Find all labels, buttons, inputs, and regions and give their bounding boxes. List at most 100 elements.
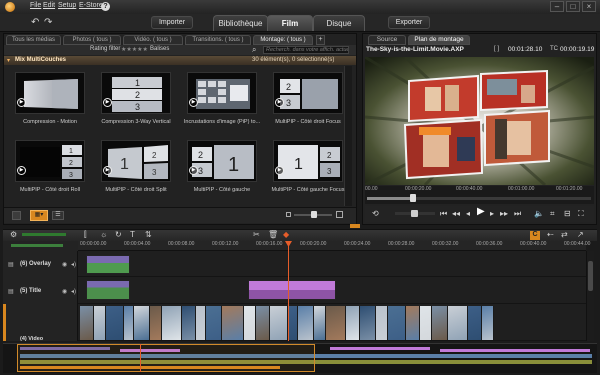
next-frame-icon[interactable]: ▸▸ bbox=[500, 209, 508, 218]
eye-icon[interactable]: ◉ bbox=[62, 261, 67, 268]
marker-icon[interactable]: ◆ bbox=[283, 230, 289, 239]
scrollbar-thumb[interactable] bbox=[588, 261, 593, 291]
play-icon[interactable]: ▶ bbox=[275, 98, 284, 107]
tab-photos[interactable]: Photos ( tous ) bbox=[63, 35, 121, 45]
zoom-out-icon[interactable] bbox=[286, 212, 291, 217]
video-clip[interactable] bbox=[162, 306, 182, 340]
tags-label[interactable]: Balises bbox=[150, 46, 169, 52]
video-clip[interactable] bbox=[80, 306, 94, 340]
play-icon[interactable]: ▶ bbox=[17, 166, 26, 175]
settings-icon[interactable]: ⚙ bbox=[10, 230, 17, 239]
trash-icon[interactable]: 🗑 bbox=[268, 230, 278, 239]
video-clip[interactable] bbox=[196, 306, 206, 340]
menu-edit[interactable]: Edit bbox=[43, 2, 55, 9]
video-clip[interactable] bbox=[288, 306, 298, 340]
preview-video[interactable] bbox=[365, 57, 594, 185]
shuttle-handle[interactable] bbox=[411, 210, 418, 217]
snapshot-icon[interactable]: ⌗ bbox=[550, 209, 555, 218]
tab-disc[interactable]: Disque bbox=[313, 15, 365, 31]
menu-estore[interactable]: E-Store bbox=[79, 2, 103, 9]
tab-timeline-preview[interactable]: Plan de montage bbox=[408, 35, 470, 45]
play-icon[interactable]: ▶ bbox=[103, 166, 112, 175]
video-clip[interactable] bbox=[150, 306, 162, 340]
tab-source[interactable]: Source bbox=[368, 35, 406, 45]
menu-setup[interactable]: Setup bbox=[58, 2, 76, 9]
sync-icon[interactable]: ⇄ bbox=[561, 230, 568, 239]
play-icon[interactable]: ▶ bbox=[103, 98, 112, 107]
add-tab-icon[interactable]: + bbox=[316, 35, 325, 45]
video-clip[interactable] bbox=[270, 306, 288, 340]
tab-montage[interactable]: Montage: ( tous ) bbox=[253, 35, 313, 45]
title-clip[interactable] bbox=[86, 280, 130, 300]
search-input[interactable]: Recherch. dans votre affich. actue bbox=[263, 46, 349, 54]
video-clip[interactable] bbox=[244, 306, 256, 340]
help-icon[interactable]: ? bbox=[101, 2, 110, 11]
magnet-icon[interactable]: C bbox=[530, 231, 540, 240]
video-clip[interactable] bbox=[106, 306, 124, 340]
video-clip[interactable] bbox=[388, 306, 406, 340]
maximize-icon[interactable]: □ bbox=[566, 1, 580, 12]
audio-mixer-icon[interactable]: ⫿ bbox=[84, 230, 87, 239]
effects-icon[interactable]: ☼ bbox=[100, 230, 107, 239]
prev-frame-icon[interactable]: ◂◂ bbox=[452, 209, 460, 218]
video-clip[interactable] bbox=[468, 306, 482, 340]
thumb-left-focus[interactable]: 1 2 3 bbox=[273, 140, 343, 182]
collapse-icon[interactable]: ▾ bbox=[7, 57, 10, 64]
video-clip[interactable] bbox=[376, 306, 388, 340]
go-end-icon[interactable]: ⏭ bbox=[514, 209, 521, 218]
zoom-in-icon[interactable] bbox=[336, 211, 343, 218]
ripple-icon[interactable]: ⇠ bbox=[547, 230, 554, 239]
video-clip[interactable] bbox=[326, 306, 346, 340]
trim-icon[interactable]: ⊟ bbox=[564, 209, 571, 218]
play-icon[interactable]: ▶ bbox=[189, 166, 198, 175]
video-clip[interactable] bbox=[482, 306, 494, 340]
track-lock-icon[interactable]: ▤ bbox=[8, 288, 14, 295]
play-icon[interactable]: ▶ bbox=[189, 98, 198, 107]
title-tool-icon[interactable]: T bbox=[130, 230, 135, 239]
thumb-right-split[interactable]: 1 2 3 bbox=[101, 140, 171, 182]
video-clip[interactable] bbox=[134, 306, 150, 340]
thumb-left[interactable]: 2 3 1 bbox=[187, 140, 257, 182]
speaker-icon[interactable]: ◂) bbox=[71, 261, 76, 268]
tab-video[interactable]: Vidéo. ( tous ) bbox=[123, 35, 183, 45]
thumb-right-focus[interactable]: 23 bbox=[273, 72, 343, 114]
thumb-right-roll[interactable]: 1 2 3 bbox=[15, 140, 85, 182]
list-view-icon[interactable]: ☰ bbox=[52, 211, 64, 220]
grid-view-icon[interactable]: ▦▾ bbox=[30, 210, 48, 221]
video-clip[interactable] bbox=[420, 306, 432, 340]
video-clip-strip[interactable] bbox=[80, 306, 586, 340]
video-clip[interactable] bbox=[94, 306, 106, 340]
video-clip[interactable] bbox=[360, 306, 376, 340]
playhead[interactable] bbox=[288, 241, 289, 341]
scissors-icon[interactable]: ✂ bbox=[253, 230, 260, 239]
thumb-compression-motion[interactable] bbox=[15, 72, 85, 114]
rewind-icon[interactable]: ◂ bbox=[466, 209, 470, 218]
video-clip[interactable] bbox=[448, 306, 468, 340]
tab-transitions[interactable]: Transitions. ( tous ) bbox=[185, 35, 251, 45]
redo-icon[interactable]: ↷ bbox=[44, 18, 54, 28]
track-lock-icon[interactable]: ▤ bbox=[8, 261, 14, 268]
undo-icon[interactable]: ↶ bbox=[31, 18, 41, 28]
forward-icon[interactable]: ▸ bbox=[490, 209, 494, 218]
video-clip[interactable] bbox=[432, 306, 448, 340]
video-clip[interactable] bbox=[256, 306, 270, 340]
video-clip[interactable] bbox=[222, 306, 244, 340]
export-button[interactable]: Exporter bbox=[388, 16, 430, 29]
play-icon[interactable]: ▶ bbox=[275, 166, 284, 175]
import-button[interactable]: Importer bbox=[151, 16, 193, 29]
library-scrollbar[interactable] bbox=[344, 66, 352, 206]
scrub-handle[interactable] bbox=[410, 194, 416, 202]
timeline-vertical-scrollbar[interactable] bbox=[586, 251, 594, 341]
play-button-icon[interactable]: ▶ bbox=[477, 207, 485, 217]
fullscreen-icon[interactable]: ⛶ bbox=[578, 209, 584, 218]
go-start-icon[interactable]: ⏮ bbox=[440, 209, 447, 218]
video-clip[interactable] bbox=[124, 306, 134, 340]
search-icon[interactable]: ⌕ bbox=[252, 45, 256, 55]
timeline-ruler[interactable] bbox=[78, 241, 586, 251]
scene-view-icon[interactable] bbox=[12, 211, 21, 220]
navigator-view-window[interactable] bbox=[17, 344, 315, 372]
transition-icon[interactable]: ↻ bbox=[115, 230, 122, 239]
video-clip[interactable] bbox=[182, 306, 196, 340]
close-icon[interactable]: × bbox=[582, 1, 596, 12]
video-clip[interactable] bbox=[346, 306, 360, 340]
